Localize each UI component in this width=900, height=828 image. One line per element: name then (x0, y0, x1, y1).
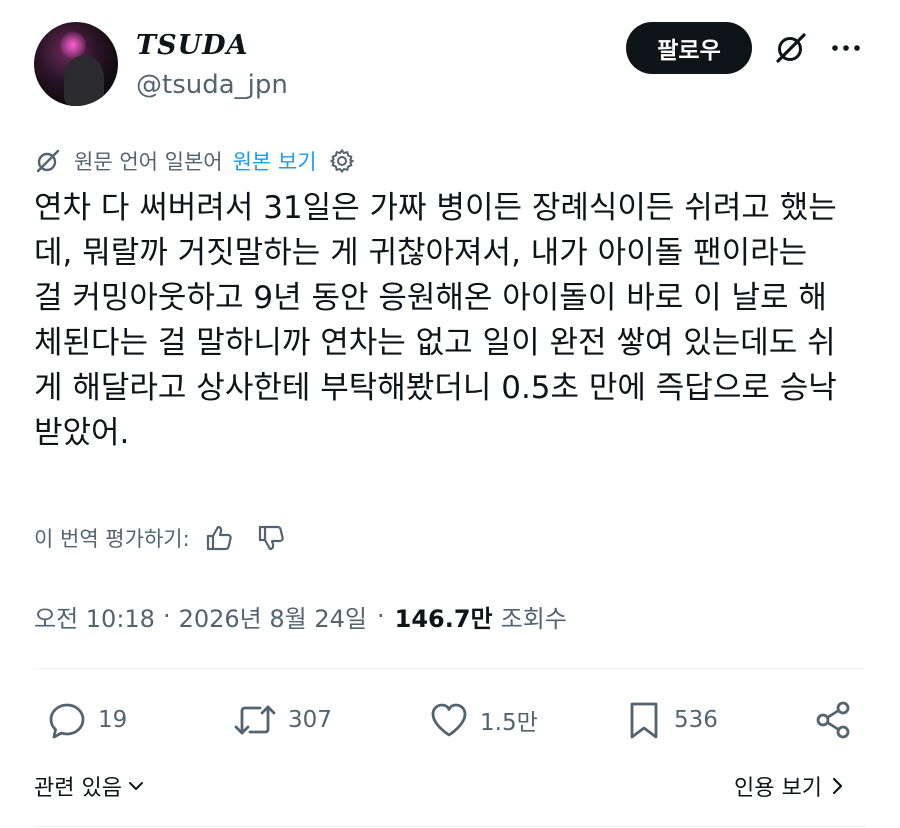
rate-translation-row: 이 번역 평가하기: (34, 518, 286, 558)
thumbs-up-icon[interactable] (204, 523, 234, 553)
repost-icon (234, 705, 276, 735)
reply-count: 19 (98, 707, 128, 733)
tweet-time[interactable]: 오전 10:18 (34, 599, 155, 634)
related-label: 관련 있음 (34, 776, 122, 801)
tweet-line: 체된다는 걸 말하니까 연차는 없고 일이 완전 쌓여 있는데도 쉬 (34, 325, 836, 361)
view-quotes-link[interactable]: 인용 보기 (734, 768, 846, 804)
tweet-text: 연차 다 써버려서 31일은 가짜 병이든 장례식이든 쉬려고 했는 데, 뭐랄… (34, 186, 864, 456)
translation-notice: 원문 언어 일본어 원본 보기 (34, 144, 355, 178)
tweet-meta: 오전 10:18 · 2026년 8월 24일 · 146.7만 조회수 (34, 596, 567, 636)
tweet-line: 게 해달라고 상사한테 부탁해봤더니 0.5초 만에 즉답으로 승낙 (34, 370, 837, 406)
bookmark-icon (630, 702, 658, 739)
divider (34, 826, 866, 827)
display-name[interactable]: TSUDA (136, 30, 249, 61)
share-icon (816, 701, 850, 739)
repost-count: 307 (288, 707, 332, 733)
separator-dot: · (376, 602, 385, 630)
thumbs-down-icon[interactable] (256, 523, 286, 553)
user-handle[interactable]: @tsuda_jpn (136, 70, 288, 100)
like-count: 1.5만 (480, 710, 538, 736)
follow-button[interactable]: 팔로우 (626, 22, 752, 74)
tweet-line: 걸 커밍아웃하고 9년 동안 응원해온 아이돌이 바로 이 날로 해 (34, 280, 827, 316)
bookmark-count: 536 (674, 707, 718, 733)
related-dropdown[interactable]: 관련 있음 (34, 768, 146, 804)
repost-button[interactable]: 307 (232, 700, 332, 740)
views-label: 조회수 (500, 604, 567, 633)
grok-icon[interactable] (773, 30, 809, 66)
original-language-label: 원문 언어 일본어 (74, 150, 223, 174)
avatar-figure (64, 56, 104, 106)
rate-translation-label: 이 번역 평가하기: (34, 527, 190, 551)
avatar[interactable] (34, 22, 118, 106)
like-button[interactable]: 1.5만 (428, 700, 538, 740)
separator-dot: · (162, 602, 171, 630)
reply-icon (49, 703, 85, 739)
bookmark-button[interactable]: 536 (624, 700, 718, 740)
view-quotes-label: 인용 보기 (734, 776, 822, 801)
tweet-line: 받았어. (34, 415, 130, 451)
reply-button[interactable]: 19 (46, 700, 127, 740)
chevron-right-icon (830, 775, 846, 797)
share-button[interactable] (812, 700, 864, 740)
divider (34, 668, 866, 669)
tweet-line: 데, 뭐랄까 거짓말하는 게 귀찮아져서, 내가 아이돌 팬이라는 (34, 235, 808, 271)
grok-icon (34, 147, 62, 175)
views-count: 146.7만 (394, 604, 493, 633)
settings-gear-icon[interactable] (329, 148, 355, 174)
tweet-line: 연차 다 써버려서 31일은 가짜 병이든 장례식이든 쉬려고 했는 (34, 190, 837, 226)
tweet-date[interactable]: 2026년 8월 24일 (179, 599, 367, 634)
chevron-down-icon (126, 776, 146, 796)
heart-icon (431, 703, 467, 737)
view-original-link[interactable]: 원본 보기 (233, 146, 317, 176)
more-options-icon[interactable] (828, 30, 864, 66)
